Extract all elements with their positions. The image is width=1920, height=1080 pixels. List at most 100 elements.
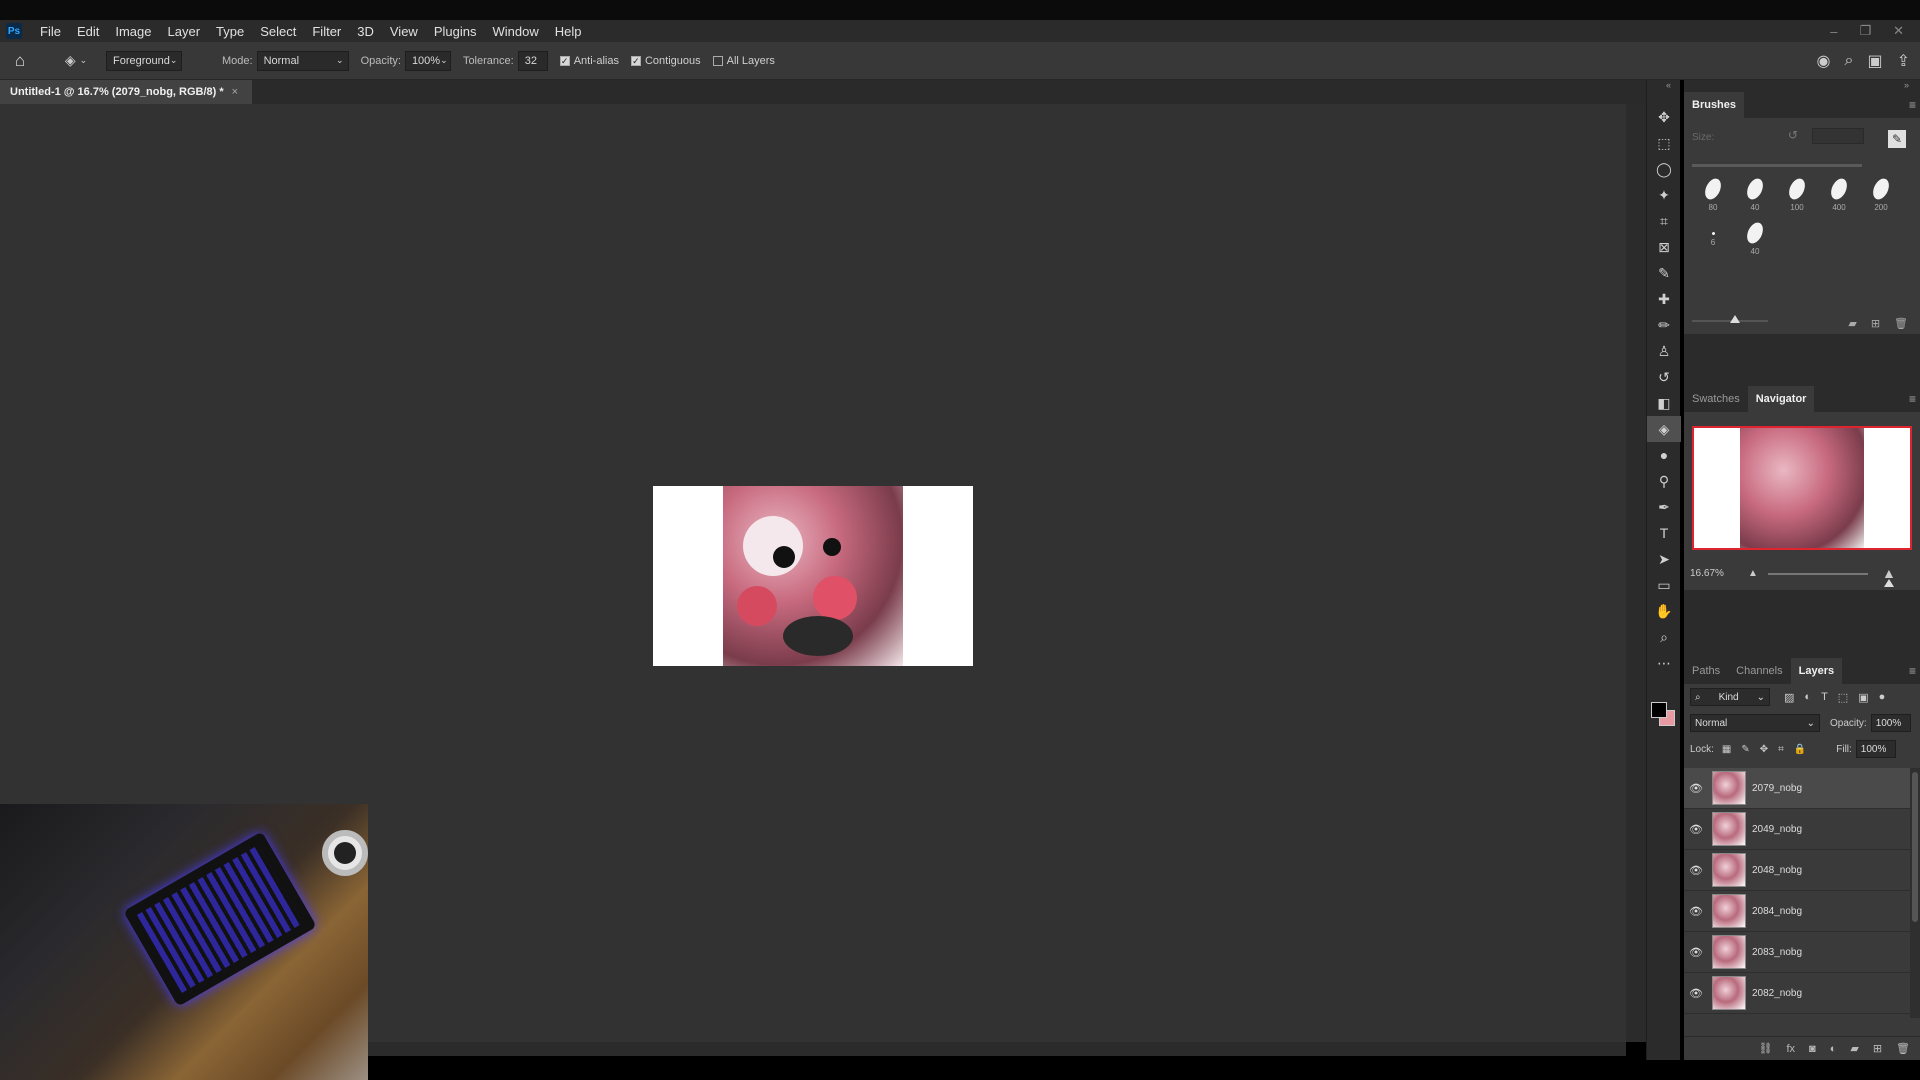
more-tools-icon[interactable]: ⋯ [1647,650,1681,676]
menu-plugins[interactable]: Plugins [426,24,485,39]
lasso-tool-icon[interactable]: ◯ [1647,156,1681,182]
mode-select[interactable]: Normal ⌄ [256,50,349,71]
layer-row[interactable]: 👁 2048_nobg [1684,850,1910,891]
canvas-horizontal-scrollbar[interactable] [360,1042,1626,1056]
tab-brushes[interactable]: Brushes [1684,92,1745,118]
visibility-eye-icon[interactable]: 👁 [1684,823,1708,836]
close-tab-icon[interactable]: × [232,86,238,98]
fill-source-select[interactable]: Foreground ⌄ [106,50,182,71]
add-mask-icon[interactable]: ◙ [1809,1043,1816,1055]
brush-preset[interactable]: 200 [1860,176,1902,216]
paint-bucket-preset-icon[interactable]: ◈ ⌄ [56,52,96,69]
restore-icon[interactable]: ❐ [1859,23,1871,39]
layer-opacity-input[interactable]: 100% [1870,714,1911,732]
brush-preset[interactable]: 40 [1734,220,1776,260]
navigator-zoom-value[interactable]: 16.67% [1690,568,1724,579]
menu-image[interactable]: Image [107,24,159,39]
link-layers-icon[interactable]: ⛓ [1759,1042,1773,1055]
visibility-eye-icon[interactable]: 👁 [1684,864,1708,877]
all-layers-checkbox[interactable]: ✓ All Layers [712,55,775,67]
layer-row[interactable]: 👁 2079_nobg [1684,768,1910,809]
close-window-icon[interactable]: ✕ [1893,23,1904,39]
layer-row[interactable]: 👁 2084_nobg [1684,891,1910,932]
eyedropper-tool-icon[interactable]: ✎ [1647,260,1681,286]
export-icon[interactable]: ⇪ [1897,51,1910,71]
menu-layer[interactable]: Layer [160,24,209,39]
layer-row[interactable]: 👁 2083_nobg [1684,932,1910,973]
menu-view[interactable]: View [382,24,426,39]
reset-brush-icon[interactable]: ↺ [1788,128,1798,142]
zoom-tool-icon[interactable]: ⌕ [1647,624,1681,650]
healing-brush-tool-icon[interactable]: ✚ [1647,286,1681,312]
collapse-panels-icon[interactable]: » [1904,80,1909,90]
minimize-icon[interactable]: – [1830,24,1837,39]
delete-brush-icon[interactable]: 🗑 [1894,317,1908,330]
zoom-in-icon[interactable]: ▲ [1882,565,1896,581]
search-icon[interactable]: ⌕ [1845,52,1854,70]
document-tab[interactable]: Untitled-1 @ 16.7% (2079_nobg, RGB/8) * … [0,80,252,104]
marquee-tool-icon[interactable]: ⬚ [1647,130,1681,156]
tab-layers[interactable]: Layers [1790,658,1843,684]
brush-preset[interactable]: 400 [1818,176,1860,216]
brush-size-input[interactable] [1812,128,1864,144]
tolerance-input[interactable]: 32 [517,50,548,71]
foreground-color-swatch[interactable] [1651,702,1667,718]
new-group-icon[interactable]: ▰ [1850,1042,1858,1055]
layer-row[interactable]: 👁 2049_nobg [1684,809,1910,850]
zoom-out-icon[interactable]: ▲ [1748,568,1758,579]
visibility-eye-icon[interactable]: 👁 [1684,782,1708,795]
visibility-eye-icon[interactable]: 👁 [1684,946,1708,959]
panel-menu-icon[interactable]: ≡ [1909,98,1916,112]
tab-channels[interactable]: Channels [1728,658,1790,684]
magic-wand-tool-icon[interactable]: ✦ [1647,182,1681,208]
brush-preset[interactable]: 40 [1734,176,1776,216]
lock-transparency-icon[interactable]: ▦ [1722,744,1731,755]
panel-menu-icon[interactable]: ≡ [1909,392,1916,406]
tab-paths[interactable]: Paths [1684,658,1728,684]
brush-preset[interactable]: 80 [1692,176,1734,216]
home-icon[interactable]: ⌂ [0,51,40,71]
menu-file[interactable]: File [32,24,69,39]
new-layer-icon[interactable]: ⊞ [1873,1042,1882,1055]
fill-input[interactable]: 100% [1855,740,1896,758]
brush-settings-icon[interactable]: ✎ [1888,130,1906,148]
menu-type[interactable]: Type [208,24,252,39]
lock-pixels-icon[interactable]: ✎ [1741,744,1749,755]
tab-swatches[interactable]: Swatches [1684,386,1748,412]
type-tool-icon[interactable]: T [1647,520,1681,546]
navigator-preview[interactable] [1692,426,1912,550]
clone-stamp-tool-icon[interactable]: ♙ [1647,338,1681,364]
brush-tool-icon[interactable]: ✏ [1647,312,1681,338]
filter-shape-icon[interactable]: ⬚ [1838,691,1848,704]
menu-select[interactable]: Select [252,24,304,39]
filter-type-icon[interactable]: T [1821,691,1828,704]
paint-bucket-tool-icon[interactable]: ◈ [1647,416,1681,442]
delete-layer-icon[interactable]: 🗑 [1896,1042,1910,1055]
dodge-tool-icon[interactable]: ⚲ [1647,468,1681,494]
eraser-tool-icon[interactable]: ◧ [1647,390,1681,416]
menu-help[interactable]: Help [547,24,590,39]
lock-position-icon[interactable]: ✥ [1760,744,1768,755]
tab-navigator[interactable]: Navigator [1747,386,1815,412]
menu-window[interactable]: Window [484,24,546,39]
pen-tool-icon[interactable]: ✒ [1647,494,1681,520]
history-brush-tool-icon[interactable]: ↺ [1647,364,1681,390]
document-canvas[interactable] [653,486,973,666]
menu-3d[interactable]: 3D [349,24,382,39]
hand-tool-icon[interactable]: ✋ [1647,598,1681,624]
filter-adjustment-icon[interactable]: ◐ [1804,691,1811,704]
brush-preset[interactable]: 100 [1776,176,1818,216]
filter-pixel-icon[interactable]: ▨ [1784,691,1794,704]
navigator-zoom-slider[interactable] [1768,573,1894,587]
panel-menu-icon[interactable]: ≡ [1909,664,1916,678]
frame-tool-icon[interactable]: ⊠ [1647,234,1681,260]
move-tool-icon[interactable]: ✥ [1647,104,1681,130]
crop-tool-icon[interactable]: ⌗ [1647,208,1681,234]
menu-edit[interactable]: Edit [69,24,107,39]
canvas-vertical-scrollbar[interactable] [1626,104,1646,1042]
workspace-icon[interactable]: ▣ [1867,51,1882,71]
layer-kind-filter[interactable]: ⌕ Kind ⌄ [1690,688,1770,706]
collapse-toolbar-icon[interactable]: « [1666,80,1671,90]
share-user-icon[interactable]: ◉ [1817,51,1831,71]
layer-blend-mode-select[interactable]: Normal ⌄ [1690,714,1820,732]
